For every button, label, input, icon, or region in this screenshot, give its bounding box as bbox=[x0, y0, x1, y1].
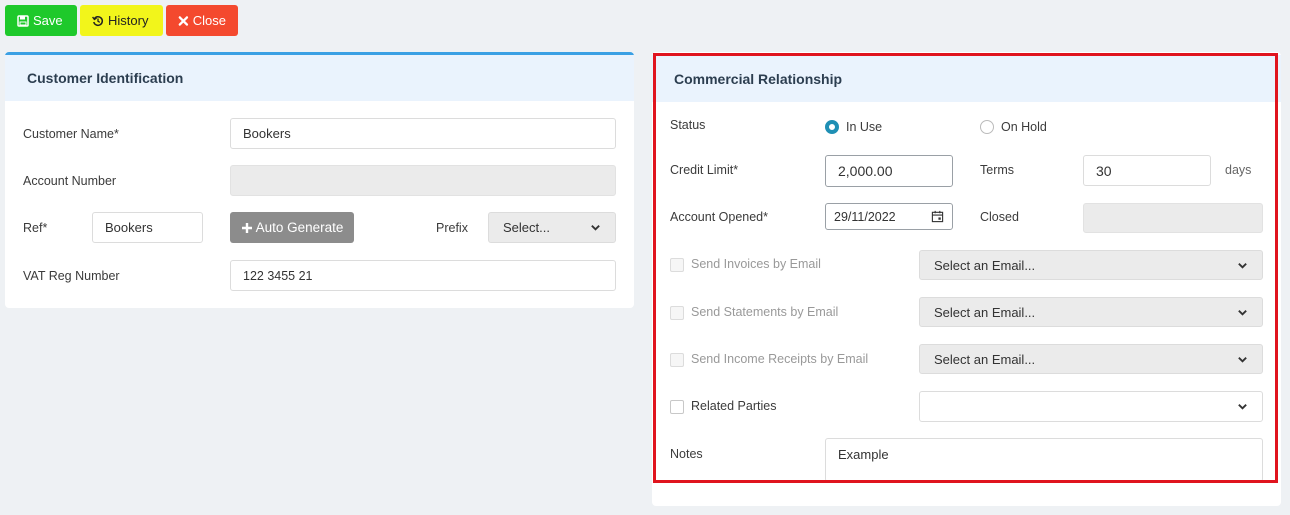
send-invoices-email-select[interactable]: Select an Email... bbox=[919, 250, 1263, 280]
send-receipts-email-value: Select an Email... bbox=[934, 351, 1036, 367]
related-parties-checkbox[interactable] bbox=[670, 400, 684, 414]
notes-label: Notes bbox=[670, 447, 703, 461]
notes-textarea[interactable]: Example bbox=[825, 438, 1263, 482]
chevron-down-icon bbox=[1238, 404, 1247, 410]
close-label: Close bbox=[192, 13, 226, 28]
auto-generate-button[interactable]: Auto Generate bbox=[230, 212, 354, 243]
related-parties-label: Related Parties bbox=[691, 399, 777, 413]
send-statements-label: Send Statements by Email bbox=[691, 305, 839, 319]
account-opened-label: Account Opened* bbox=[670, 210, 768, 224]
vat-reg-number-label: VAT Reg Number bbox=[23, 269, 120, 283]
customer-name-input[interactable]: Bookers bbox=[230, 118, 616, 149]
terms-unit: days bbox=[1225, 163, 1252, 177]
commercial-relationship-title: Commercial Relationship bbox=[652, 55, 1281, 102]
save-button[interactable]: Save bbox=[5, 5, 77, 36]
commercial-relationship-panel: Commercial Relationship Status In Use On… bbox=[652, 52, 1281, 506]
status-on-hold-radio[interactable] bbox=[980, 120, 994, 134]
send-receipts-email-select[interactable]: Select an Email... bbox=[919, 344, 1263, 374]
plus-icon bbox=[241, 222, 252, 233]
calendar-icon[interactable] bbox=[931, 210, 944, 223]
closed-label: Closed bbox=[980, 210, 1019, 224]
toolbar: Save History Close bbox=[5, 5, 238, 36]
terms-input[interactable]: 30 bbox=[1083, 155, 1211, 186]
ref-input[interactable]: Bookers bbox=[92, 212, 203, 243]
prefix-select[interactable]: Select... bbox=[488, 212, 616, 243]
send-statements-checkbox[interactable] bbox=[670, 306, 684, 320]
closed-input[interactable] bbox=[1083, 203, 1263, 233]
chevron-down-icon bbox=[1238, 262, 1247, 269]
account-opened-input[interactable]: 29/11/2022 bbox=[825, 203, 953, 230]
status-in-use-label: In Use bbox=[846, 120, 883, 134]
chevron-down-icon bbox=[1238, 356, 1247, 363]
ref-label: Ref* bbox=[23, 221, 48, 235]
vat-reg-number-input[interactable]: 122 3455 21 bbox=[230, 260, 616, 291]
credit-limit-label: Credit Limit* bbox=[670, 163, 739, 177]
status-label: Status bbox=[670, 118, 706, 132]
account-opened-value: 29/11/2022 bbox=[834, 209, 896, 224]
send-invoices-label: Send Invoices by Email bbox=[691, 257, 821, 271]
send-statements-email-value: Select an Email... bbox=[934, 304, 1036, 320]
terms-label: Terms bbox=[980, 163, 1015, 177]
send-receipts-checkbox[interactable] bbox=[670, 353, 684, 367]
send-statements-email-select[interactable]: Select an Email... bbox=[919, 297, 1263, 327]
send-invoices-email-value: Select an Email... bbox=[934, 257, 1036, 273]
account-number-label: Account Number bbox=[23, 174, 117, 188]
status-on-hold-label: On Hold bbox=[1001, 120, 1047, 134]
chevron-down-icon bbox=[1238, 309, 1247, 316]
chevron-down-icon bbox=[591, 225, 600, 231]
credit-limit-input[interactable]: 2,000.00 bbox=[825, 155, 953, 187]
close-button[interactable]: Close bbox=[166, 5, 238, 36]
save-label: Save bbox=[33, 13, 63, 28]
customer-identification-title: Customer Identification bbox=[5, 55, 634, 101]
history-button[interactable]: History bbox=[80, 5, 163, 36]
related-parties-select[interactable] bbox=[919, 391, 1263, 422]
account-number-input[interactable] bbox=[230, 165, 616, 196]
history-label: History bbox=[108, 13, 149, 28]
history-icon bbox=[92, 15, 104, 26]
close-icon bbox=[178, 15, 189, 26]
status-in-use-radio[interactable] bbox=[825, 120, 839, 134]
prefix-label: Prefix bbox=[436, 221, 468, 235]
floppy-disk-icon bbox=[17, 14, 29, 27]
customer-identification-panel: Customer Identification Customer Name* B… bbox=[5, 52, 634, 308]
send-invoices-checkbox[interactable] bbox=[670, 258, 684, 272]
customer-name-label: Customer Name* bbox=[23, 127, 119, 141]
send-receipts-label: Send Income Receipts by Email bbox=[691, 352, 869, 366]
prefix-select-value: Select... bbox=[503, 220, 550, 235]
auto-generate-label: Auto Generate bbox=[255, 220, 344, 235]
